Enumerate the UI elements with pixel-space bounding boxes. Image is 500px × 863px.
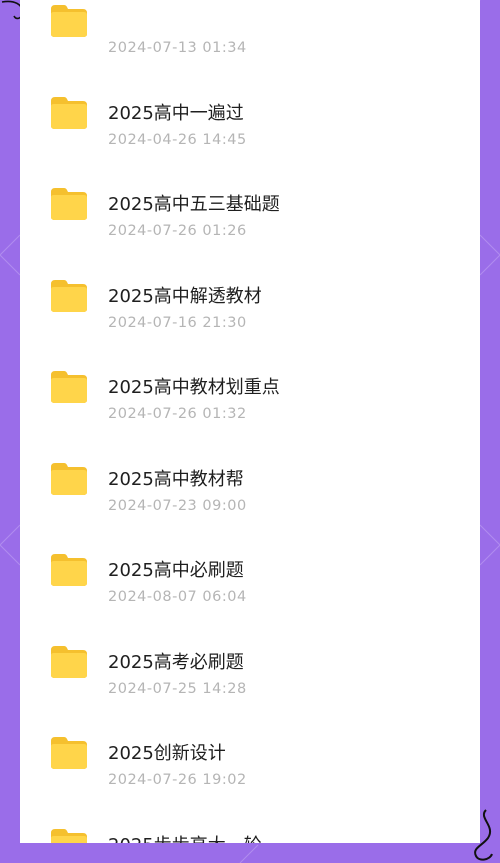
folder-icon	[50, 736, 88, 770]
folder-icon	[50, 645, 88, 679]
folder-icon	[50, 279, 88, 313]
folder-icon	[50, 553, 88, 587]
folder-name: 2025高中五三基础题	[108, 194, 280, 215]
folder-name: 2025高中教材帮	[108, 468, 244, 490]
folder-icon	[50, 187, 88, 221]
folder-list-item[interactable]: 2024-07-13 01:34	[20, 0, 480, 56]
folder-list-item[interactable]: 2025高考必刷题 2024-07-25 14:28	[20, 602, 480, 697]
folder-name: 2025步步高大一轮	[108, 831, 262, 844]
folder-name: 2025高中必刷题	[108, 560, 244, 581]
folder-list-item[interactable]: 2025高中必刷题 2024-08-07 06:04	[20, 510, 480, 605]
folder-list-item[interactable]: 2025高中教材划重点 2024-07-26 01:32	[20, 327, 480, 422]
folder-icon	[50, 96, 88, 130]
folder-name: 2025高中解透教材	[108, 285, 262, 307]
file-list: 2024-07-13 01:34 2025高中一遍过 2024-04-26 14…	[20, 0, 480, 843]
folder-name: 2025创新设计	[108, 743, 226, 764]
folder-name: 2025高中教材划重点	[108, 377, 280, 398]
file-list-panel: 2024-07-13 01:34 2025高中一遍过 2024-04-26 14…	[20, 0, 480, 843]
folder-list-item[interactable]: 2025高中教材帮 2024-07-23 09:00	[20, 419, 480, 514]
folder-list-item[interactable]: 2025创新设计 2024-07-26 19:02	[20, 693, 480, 788]
folder-icon	[50, 370, 88, 404]
folder-name: 2025高考必刷题	[108, 651, 244, 673]
folder-list-item[interactable]: 2025步步高大一轮	[20, 785, 480, 844]
folder-icon	[50, 4, 88, 38]
folder-icon	[50, 828, 88, 843]
folder-list-item[interactable]: 2025高中五三基础题 2024-07-26 01:26	[20, 144, 480, 239]
folder-list-item[interactable]: 2025高中解透教材 2024-07-16 21:30	[20, 236, 480, 331]
folder-list-item[interactable]: 2025高中一遍过 2024-04-26 14:45	[20, 53, 480, 148]
folder-name: 2025高中一遍过	[108, 102, 244, 124]
folder-icon	[50, 462, 88, 496]
